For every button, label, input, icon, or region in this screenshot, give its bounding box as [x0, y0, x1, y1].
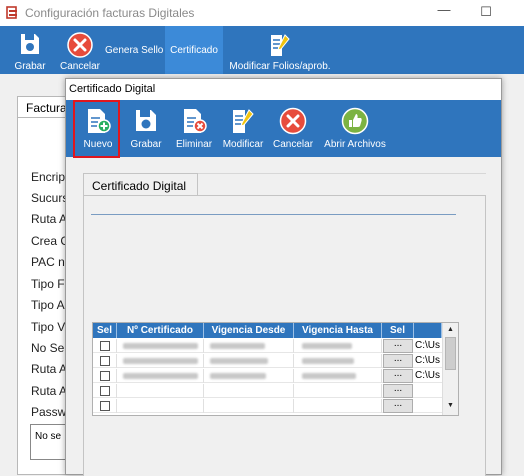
- main-toolbar: Grabar Cancelar Genera Sello Certificado…: [0, 26, 524, 74]
- browse-file-button[interactable]: ...: [383, 369, 413, 383]
- file-path: C:\Us: [415, 340, 440, 351]
- scroll-up-arrow-icon[interactable]: ▲: [445, 325, 456, 335]
- file-path: C:\Us: [415, 370, 440, 381]
- note-box: No se: [30, 424, 70, 460]
- tab-strip-line: [197, 173, 486, 174]
- redacted-valid-from: [210, 343, 265, 349]
- column-header-sel-file[interactable]: Sel: [382, 323, 414, 338]
- main-titlebar: Configuración facturas Digitales — ☐: [0, 0, 524, 26]
- delete-button[interactable]: Eliminar: [175, 100, 213, 157]
- browse-file-button[interactable]: ...: [383, 354, 413, 368]
- browse-file-button[interactable]: ...: [383, 339, 413, 353]
- dialog-title: Certificado Digital: [69, 83, 156, 95]
- column-header-valid-to[interactable]: Vigencia Hasta: [294, 323, 382, 338]
- dialog-toolbar: Nuevo Grabar Eliminar Modificar Cancelar…: [66, 100, 501, 157]
- row-checkbox[interactable]: [100, 386, 110, 396]
- main-save-label: Grabar: [14, 61, 46, 72]
- edit-document-icon: [233, 109, 254, 133]
- redacted-valid-from: [210, 358, 268, 364]
- cancel-button[interactable]: Cancelar: [273, 100, 313, 157]
- tab-certificado-digital[interactable]: Certificado Digital: [83, 173, 198, 196]
- cancel-icon: [279, 107, 307, 135]
- field-label: PAC no: [31, 255, 65, 269]
- scroll-down-arrow-icon[interactable]: ▼: [445, 401, 456, 411]
- main-save-button[interactable]: Grabar: [10, 26, 50, 74]
- field-label: Encript: [31, 170, 65, 184]
- table-row[interactable]: ... C:\Us: [93, 354, 442, 368]
- field-label: Tipo F: [31, 277, 65, 291]
- window-title: Configuración facturas Digitales: [25, 6, 195, 20]
- grid-scrollbar[interactable]: ▲ ▼: [442, 323, 458, 415]
- floppy-disk-icon: [21, 34, 39, 54]
- column-header-sel[interactable]: Sel: [93, 323, 117, 338]
- delete-document-icon: [184, 109, 207, 133]
- column-header-valid-from[interactable]: Vigencia Desde: [204, 323, 294, 338]
- field-label: Tipo A: [31, 298, 65, 312]
- field-label: No Sell: [31, 341, 65, 355]
- divider: [91, 214, 456, 215]
- redacted-certificate-number: [123, 373, 198, 379]
- column-header-certificate-number[interactable]: Nº Certificado: [117, 323, 204, 338]
- cancel-label: Cancelar: [273, 139, 314, 150]
- floppy-disk-icon: [136, 110, 156, 131]
- field-label: Tipo V: [31, 320, 65, 334]
- modify-folios-button[interactable]: Modificar Folios/aprob.: [224, 26, 336, 74]
- open-files-label: Abrir Archivos: [324, 139, 386, 150]
- redacted-valid-from: [210, 373, 266, 379]
- generate-seal-button[interactable]: Genera Sello: [105, 26, 163, 74]
- redacted-certificate-number: [123, 358, 198, 364]
- main-cancel-label: Cancelar: [59, 61, 101, 72]
- field-label: Ruta A: [31, 212, 65, 226]
- row-checkbox[interactable]: [100, 371, 110, 381]
- app-icon: [6, 6, 17, 19]
- tab-factura-label: Factura: [26, 101, 67, 115]
- certificate-button[interactable]: Certificado: [165, 26, 223, 74]
- save-button[interactable]: Grabar: [129, 100, 163, 157]
- row-checkbox[interactable]: [100, 341, 110, 351]
- new-button-highlight: [73, 100, 120, 158]
- field-label: Ruta A: [31, 362, 65, 376]
- dialog-titlebar: Certificado Digital: [66, 79, 501, 100]
- row-checkbox[interactable]: [100, 401, 110, 411]
- save-label: Grabar: [130, 139, 162, 150]
- table-row[interactable]: ... C:\Us: [93, 369, 442, 383]
- open-files-button[interactable]: Abrir Archivos: [321, 100, 389, 157]
- cancel-icon: [67, 32, 93, 58]
- note-text: No se: [35, 431, 62, 442]
- main-cancel-button[interactable]: Cancelar: [58, 26, 102, 74]
- table-row[interactable]: ...: [93, 384, 442, 398]
- modify-folios-label: Modificar Folios/aprob.: [229, 61, 331, 72]
- field-label: Passwo: [31, 405, 65, 419]
- generate-seal-label: Genera Sello: [105, 45, 164, 56]
- edit-document-icon: [271, 34, 290, 56]
- delete-label: Eliminar: [175, 139, 213, 150]
- browse-file-button[interactable]: ...: [383, 399, 413, 413]
- table-row[interactable]: ...: [93, 399, 442, 413]
- browse-file-button[interactable]: ...: [383, 384, 413, 398]
- redacted-valid-to: [302, 358, 354, 364]
- certificate-dialog: Certificado Digital Nuevo Grabar Elimina…: [65, 78, 502, 476]
- certificate-label: Certificado: [170, 45, 218, 56]
- file-path: C:\Us: [415, 355, 440, 366]
- minimize-button[interactable]: —: [433, 1, 455, 19]
- thumbs-up-icon: [341, 107, 369, 135]
- modify-label: Modificar: [222, 139, 264, 150]
- scroll-thumb[interactable]: [445, 337, 456, 370]
- certificate-grid: Sel Nº Certificado Vigencia Desde Vigenc…: [92, 322, 459, 416]
- field-label: Sucurs: [31, 191, 65, 205]
- tab-certificado-digital-label: Certificado Digital: [92, 179, 187, 193]
- table-row[interactable]: ... C:\Us: [93, 339, 442, 353]
- modify-button[interactable]: Modificar: [221, 100, 265, 157]
- maximize-button[interactable]: ☐: [475, 3, 497, 21]
- field-label: Crea C: [31, 234, 65, 248]
- redacted-valid-to: [302, 373, 356, 379]
- row-checkbox[interactable]: [100, 356, 110, 366]
- redacted-valid-to: [302, 343, 352, 349]
- field-label: Ruta A: [31, 384, 65, 398]
- redacted-certificate-number: [123, 343, 198, 349]
- column-header-path[interactable]: [414, 323, 442, 338]
